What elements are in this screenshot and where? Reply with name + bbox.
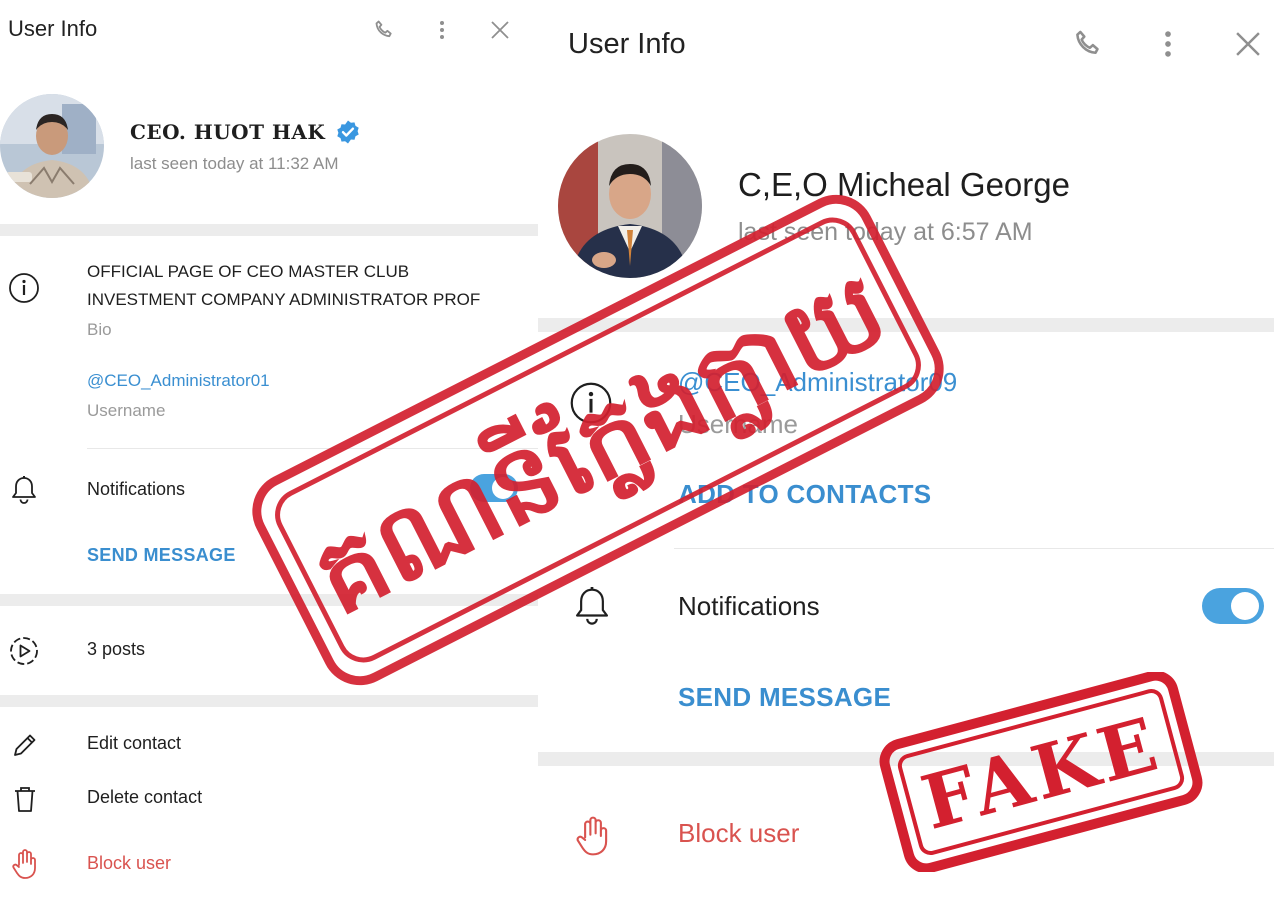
right-avatar[interactable] <box>558 134 702 278</box>
right-header: User Info <box>538 0 1274 80</box>
hand-block-icon <box>10 848 40 880</box>
bell-icon <box>570 584 614 628</box>
row-divider <box>87 448 538 449</box>
left-display-name: CEO. HUOT HAK <box>130 120 326 144</box>
left-notifications-label: Notifications <box>87 479 186 499</box>
right-user-info-panel: User Info C,E,O Micheal George last seen… <box>538 0 1274 900</box>
delete-contact-button[interactable]: Delete contact <box>87 787 202 808</box>
left-avatar[interactable] <box>0 94 104 198</box>
stories-play-icon <box>8 635 40 667</box>
info-icon <box>568 380 614 426</box>
right-block-user-button[interactable]: Block user <box>678 818 799 849</box>
bio-line-2: INVESTMENT COMPANY ADMINISTRATOR PROF <box>87 290 481 309</box>
left-header-title: User Info <box>8 16 98 41</box>
left-header: User Info <box>0 0 538 58</box>
more-vertical-icon[interactable] <box>428 16 456 44</box>
trash-icon <box>10 784 40 814</box>
left-username-link[interactable]: @CEO_Administrator01 <box>87 371 270 391</box>
left-last-seen: last seen today at 11:32 AM <box>130 154 339 173</box>
bell-icon <box>8 474 40 506</box>
section-divider <box>0 224 538 236</box>
left-user-info-panel: User Info CEO. HUOT HAK last seen today … <box>0 0 538 900</box>
edit-contact-button[interactable]: Edit contact <box>87 733 181 754</box>
row-divider <box>674 548 1274 549</box>
close-icon[interactable] <box>1228 24 1268 64</box>
verified-badge-icon <box>335 119 361 145</box>
phone-icon[interactable] <box>370 16 398 44</box>
section-divider <box>538 318 1274 332</box>
close-icon[interactable] <box>486 16 514 44</box>
right-notifications-label: Notifications <box>678 591 820 621</box>
right-notifications-toggle[interactable] <box>1202 588 1264 624</box>
section-divider <box>538 752 1274 766</box>
left-send-message-button[interactable]: SEND MESSAGE <box>87 545 236 566</box>
left-name-row: CEO. HUOT HAK <box>130 118 361 146</box>
right-display-name: C,E,O Micheal George <box>738 166 1070 203</box>
pencil-icon <box>10 730 40 760</box>
add-to-contacts-button[interactable]: ADD TO CONTACTS <box>678 479 931 510</box>
left-notifications-toggle[interactable] <box>470 474 518 502</box>
posts-count[interactable]: 3 posts <box>87 639 145 660</box>
right-username-label: Username <box>678 409 798 439</box>
section-divider <box>0 695 538 707</box>
right-send-message-button[interactable]: SEND MESSAGE <box>678 682 891 713</box>
bio-line-1: OFFICIAL PAGE OF CEO MASTER CLUB <box>87 262 410 281</box>
right-last-seen: last seen today at 6:57 AM <box>738 218 1033 246</box>
left-username-label: Username <box>87 401 166 420</box>
info-icon <box>8 272 40 304</box>
bio-label: Bio <box>87 320 112 339</box>
phone-icon[interactable] <box>1068 24 1108 64</box>
more-vertical-icon[interactable] <box>1148 24 1188 64</box>
right-header-title: User Info <box>568 28 686 60</box>
hand-block-icon <box>572 814 614 858</box>
right-username-link[interactable]: @CEO_Administrator09 <box>678 367 957 398</box>
section-divider <box>0 594 538 606</box>
left-block-user-button[interactable]: Block user <box>87 853 171 874</box>
